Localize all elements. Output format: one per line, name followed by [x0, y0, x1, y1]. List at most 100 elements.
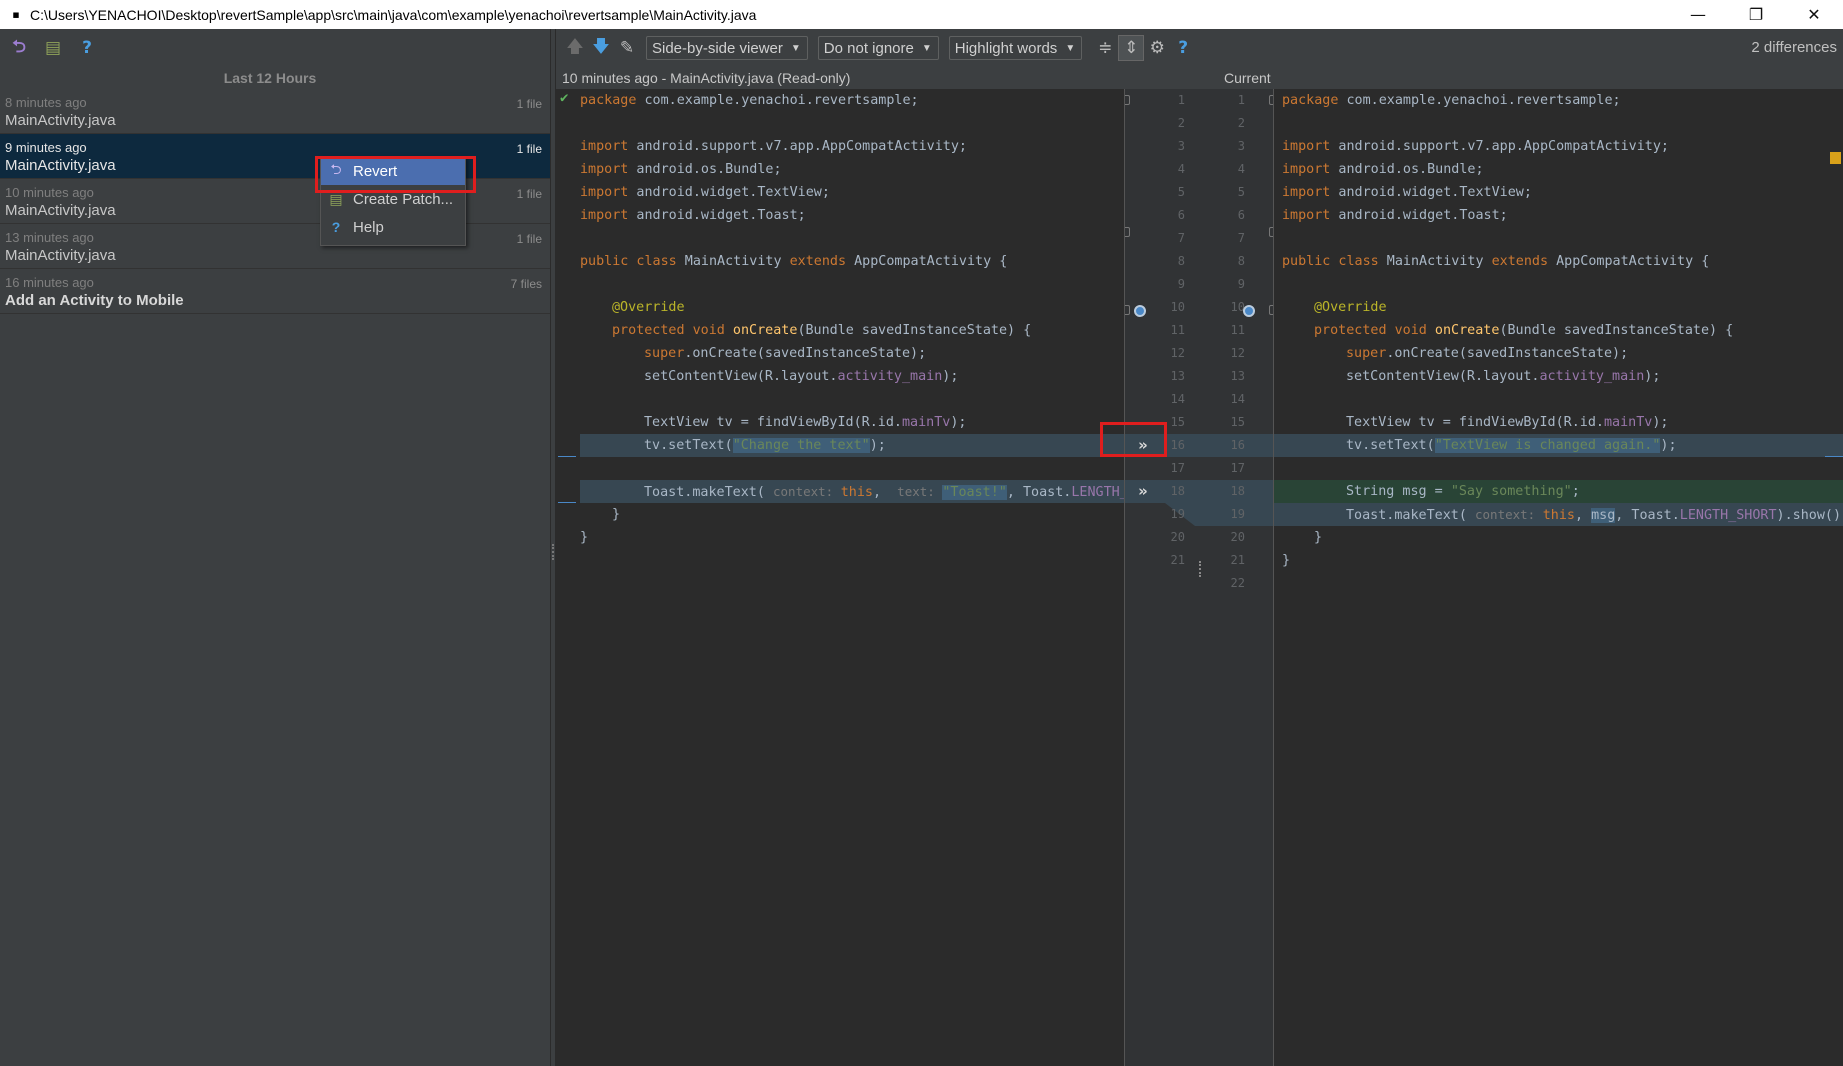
- settings-gear-icon[interactable]: ⚙: [1144, 35, 1170, 61]
- history-item[interactable]: 16 minutes ago Add an Activity to Mobile…: [0, 269, 550, 314]
- chevron-down-icon: ▼: [921, 42, 932, 54]
- right-line-number: 14: [1230, 392, 1245, 406]
- code-line: import android.widget.Toast;: [580, 208, 806, 223]
- menu-item-label: Help: [353, 218, 384, 236]
- previous-difference-icon[interactable]: 🡅: [562, 35, 588, 61]
- history-item-count: 1 file: [516, 142, 542, 156]
- code-line: import android.support.v7.app.AppCompatA…: [1282, 139, 1669, 154]
- right-line-number: 7: [1237, 231, 1245, 245]
- revert-icon[interactable]: ⮌: [8, 37, 30, 59]
- splitter-grip-icon[interactable]: [1199, 561, 1201, 577]
- code-line: package com.example.yenachoi.revertsampl…: [580, 93, 919, 108]
- left-line-number: 6: [1177, 208, 1185, 222]
- code-line: package com.example.yenachoi.revertsampl…: [1282, 93, 1621, 108]
- splitter-grip-icon[interactable]: [552, 544, 554, 560]
- left-line-number: 12: [1170, 346, 1185, 360]
- next-difference-icon[interactable]: 🡇: [588, 35, 614, 61]
- history-item-count: 1 file: [516, 97, 542, 111]
- minimize-button[interactable]: —: [1669, 0, 1727, 29]
- right-line-number: 16: [1230, 438, 1245, 452]
- change-marker: [1825, 456, 1843, 457]
- code-line: setContentView(R.layout.activity_main);: [644, 369, 959, 384]
- code-line: super.onCreate(savedInstanceState);: [1346, 346, 1629, 361]
- viewer-dropdown-label: Side-by-side viewer: [652, 39, 783, 57]
- code-line: }: [580, 530, 589, 545]
- right-line-number: 2: [1237, 116, 1245, 130]
- right-line-number: 19: [1230, 507, 1245, 521]
- history-item[interactable]: 13 minutes ago MainActivity.java 1 file: [0, 224, 550, 269]
- right-line-number: 3: [1237, 139, 1245, 153]
- sync-scroll-icon[interactable]: ⇕: [1118, 35, 1145, 61]
- diff-panel: 🡅 🡇 ✎ Side-by-side viewer ▼ Do not ignore…: [556, 29, 1843, 1066]
- left-line-number: 8: [1177, 254, 1185, 268]
- viewer-dropdown[interactable]: Side-by-side viewer ▼: [646, 36, 808, 60]
- fold-icon[interactable]: [1125, 305, 1130, 315]
- code-line-modified: tv.setText("Change the text");: [580, 434, 1124, 457]
- right-line-number: 15: [1230, 415, 1245, 429]
- code-line: }: [612, 507, 621, 522]
- left-editor[interactable]: ✔ package com.example.yenachoi.revertsam…: [556, 89, 1124, 1066]
- code-line-modified: tv.setText("TextView is changed again.")…: [1274, 434, 1843, 457]
- help-icon[interactable]: ?: [76, 37, 98, 59]
- code-line: }: [1314, 530, 1323, 545]
- code-line: super.onCreate(savedInstanceState);: [644, 346, 927, 361]
- ignore-dropdown-label: Do not ignore: [823, 39, 914, 57]
- code-line: @Override: [612, 300, 685, 315]
- code-line: import android.widget.TextView;: [580, 185, 830, 200]
- right-line-number: 18: [1230, 484, 1245, 498]
- editor-headers: 10 minutes ago - MainActivity.java (Read…: [556, 67, 1843, 89]
- edit-source-icon[interactable]: ✎: [614, 35, 640, 61]
- collapse-unchanged-icon[interactable]: ≑: [1092, 35, 1118, 61]
- history-item-time: 9 minutes ago: [5, 140, 87, 155]
- menu-item-help[interactable]: ? Help: [321, 213, 465, 241]
- left-line-number: 14: [1170, 392, 1185, 406]
- error-stripe-marker[interactable]: [1830, 152, 1841, 164]
- right-line-number: 13: [1230, 369, 1245, 383]
- fold-icon[interactable]: [1125, 227, 1130, 237]
- history-item-count: 1 file: [516, 187, 542, 201]
- history-toolbar: ⮌ ▤ ?: [0, 29, 550, 67]
- right-editor[interactable]: package com.example.yenachoi.revertsampl…: [1274, 89, 1843, 1066]
- code-line: }: [1282, 553, 1291, 568]
- chevron-down-icon: ▼: [790, 42, 801, 54]
- override-icon[interactable]: [1134, 305, 1146, 317]
- fold-icon[interactable]: [1125, 95, 1130, 105]
- right-editor-title: Current: [1224, 70, 1271, 86]
- code-line: import android.os.Bundle;: [580, 162, 782, 177]
- right-line-number: 22: [1230, 576, 1245, 590]
- history-item-name: MainActivity.java: [5, 112, 116, 129]
- apply-change-icon[interactable]: »: [1133, 481, 1153, 501]
- history-item[interactable]: 8 minutes ago MainActivity.java 1 file: [0, 89, 550, 134]
- right-line-number: 10: [1230, 300, 1245, 314]
- history-item-count: 7 files: [510, 277, 542, 291]
- left-editor-title: 10 minutes ago - MainActivity.java (Read…: [562, 70, 851, 86]
- code-line: import android.widget.Toast;: [1282, 208, 1508, 223]
- left-line-number: 21: [1170, 553, 1185, 567]
- change-marker: [558, 456, 576, 457]
- left-line-number: 19: [1170, 507, 1185, 521]
- left-line-number: 1: [1177, 93, 1185, 107]
- right-line-number: 4: [1237, 162, 1245, 176]
- diff-gutter: 1 2 3 4 5 6 7 8 9 10 11 12 13 14 15 16 17 18 19 20 21 123456…: [1124, 89, 1274, 1066]
- left-line-number: 5: [1177, 185, 1185, 199]
- right-line-number: 17: [1230, 461, 1245, 475]
- code-line: protected void onCreate(Bundle savedInst…: [1314, 323, 1734, 338]
- code-line: import android.widget.TextView;: [1282, 185, 1532, 200]
- code-line-modified: Toast.makeText( context: this, text: "To…: [580, 480, 1124, 503]
- restore-button[interactable]: ❐: [1727, 0, 1785, 29]
- code-line: public class MainActivity extends AppCom…: [1282, 254, 1710, 269]
- close-button[interactable]: ✕: [1785, 0, 1843, 29]
- code-line: setContentView(R.layout.activity_main);: [1346, 369, 1661, 384]
- ignore-dropdown[interactable]: Do not ignore ▼: [817, 36, 939, 60]
- help-icon[interactable]: ?: [1170, 35, 1196, 61]
- help-icon: ?: [331, 219, 341, 235]
- window-title: C:\Users\YENACHOI\Desktop\revertSample\a…: [30, 6, 757, 23]
- left-line-number: 2: [1177, 116, 1185, 130]
- patch-icon[interactable]: ▤: [42, 37, 64, 59]
- override-icon[interactable]: [1243, 305, 1255, 317]
- code-line: TextView tv = findViewById(R.id.mainTv);: [1346, 415, 1669, 430]
- highlight-dropdown[interactable]: Highlight words ▼: [948, 36, 1083, 60]
- code-line: @Override: [1314, 300, 1387, 315]
- left-line-number: 13: [1170, 369, 1185, 383]
- highlight-dropdown-label: Highlight words: [954, 39, 1058, 57]
